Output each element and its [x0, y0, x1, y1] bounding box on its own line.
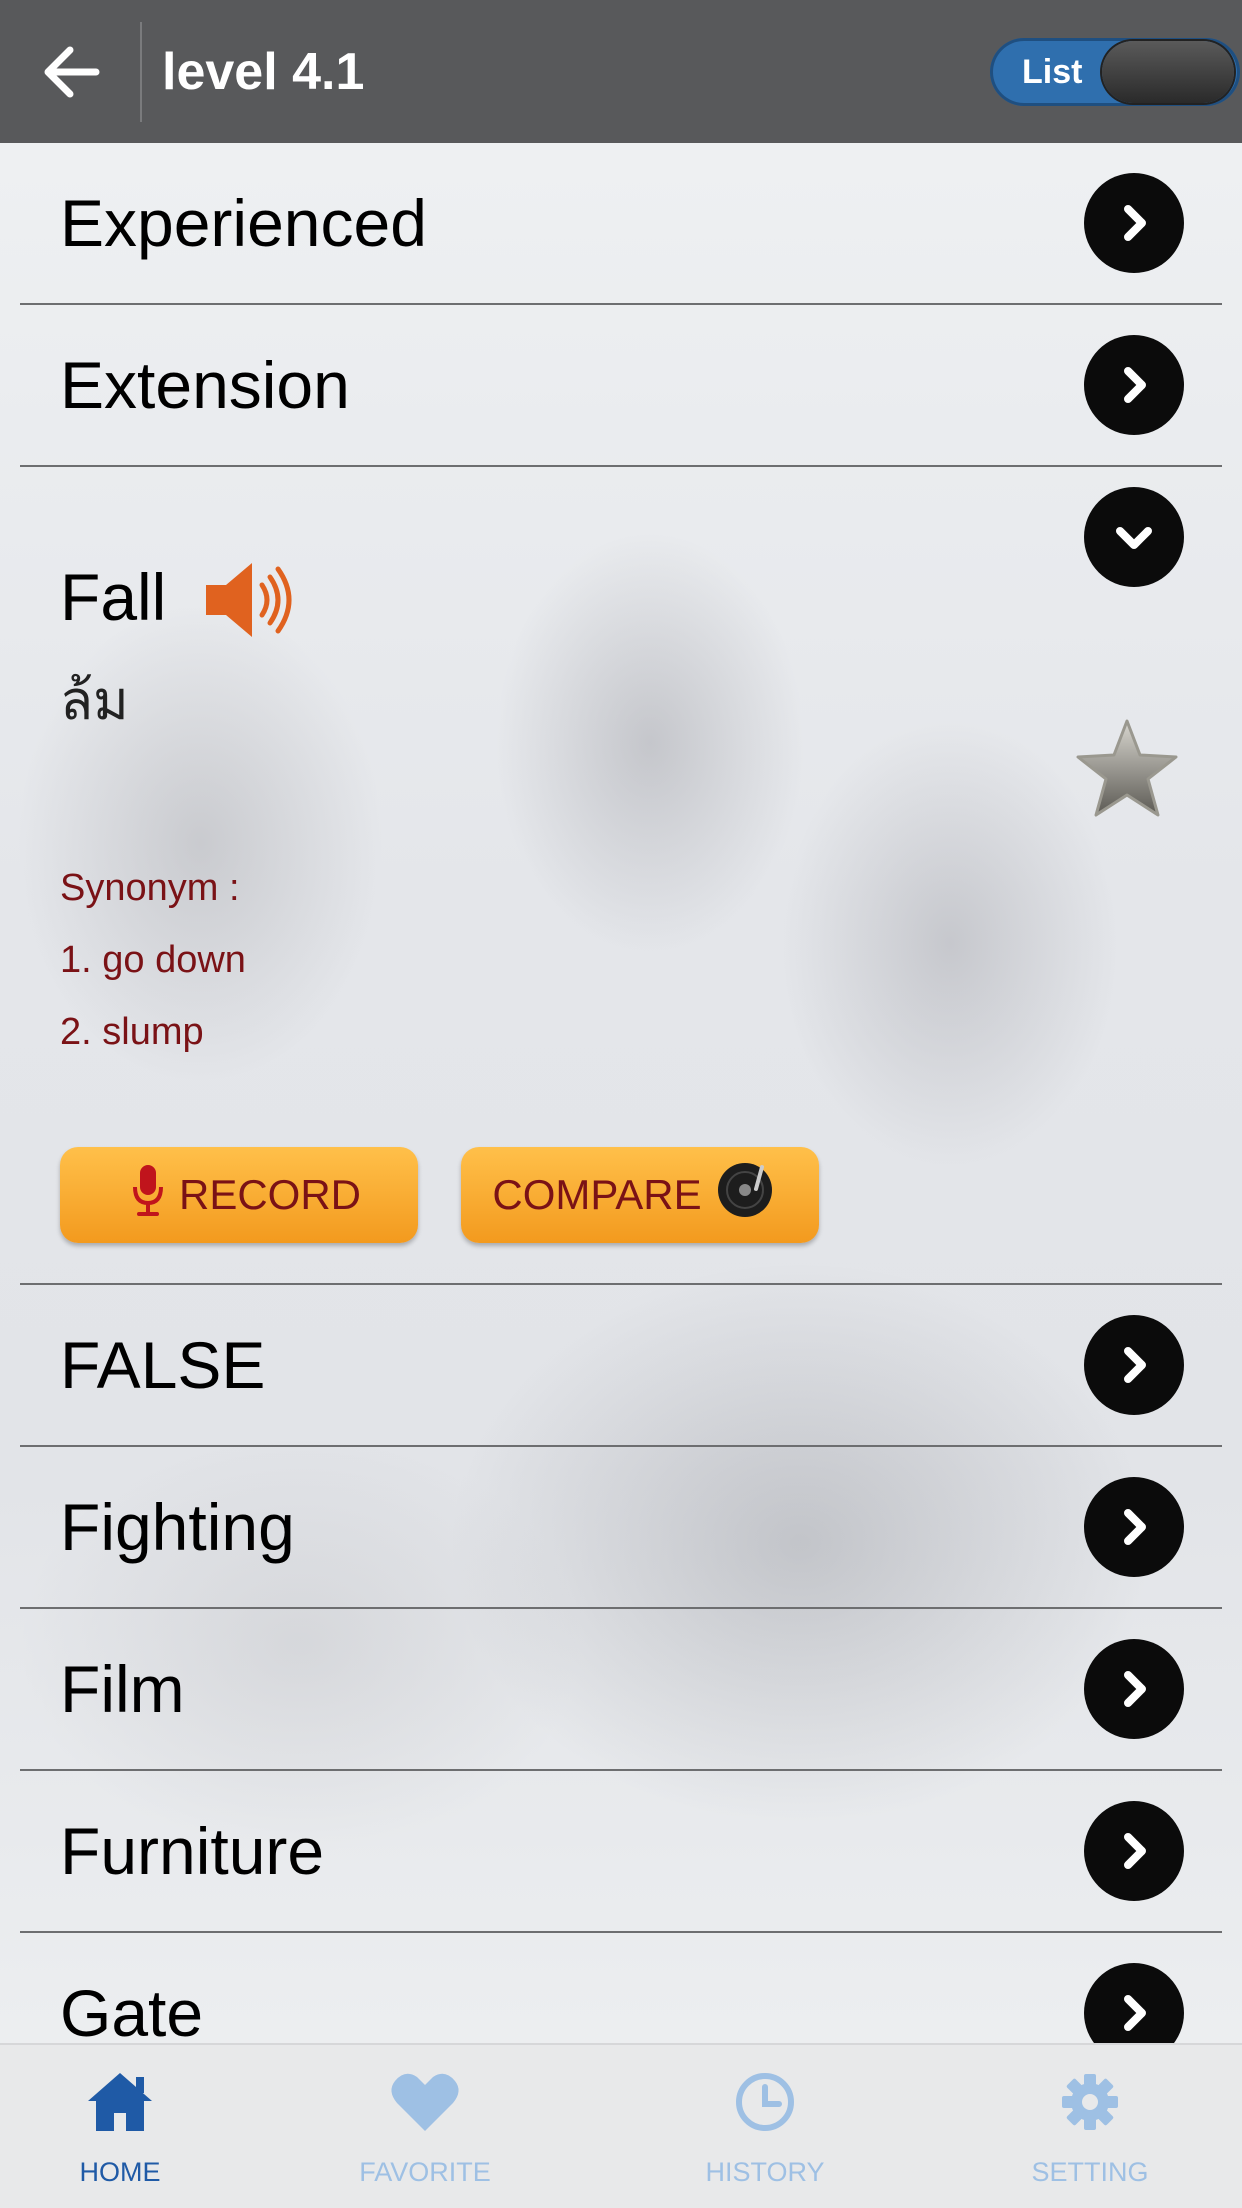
toggle-knob[interactable]	[1102, 41, 1234, 103]
word-label: Furniture	[60, 1814, 325, 1888]
word-row-expanded: Fall ล้ม Synonym: 1. go down 2. slump R…	[20, 467, 1222, 1285]
tab-label: SETTING	[1031, 2157, 1149, 2187]
expand-button[interactable]	[1084, 173, 1184, 273]
tab-label: HISTORY	[705, 2157, 825, 2187]
vinyl-record-icon	[716, 1161, 774, 1229]
star-icon[interactable]	[1072, 715, 1182, 825]
collapse-button[interactable]	[1084, 487, 1184, 587]
record-button[interactable]: RECORD	[60, 1147, 418, 1243]
tab-favorite[interactable]: FAVORITE	[305, 2045, 545, 2208]
synonym-block: Synonym : 1. go down 2. slump	[60, 852, 246, 1068]
synonym-title: Synonym :	[60, 867, 240, 909]
home-icon	[80, 2067, 160, 2137]
compare-label: COMPARE	[492, 1171, 702, 1218]
page-title: level 4.1	[162, 43, 365, 101]
word-row[interactable]: Gate	[20, 1933, 1222, 2043]
word-label: Fighting	[60, 1490, 295, 1564]
expand-button[interactable]	[1084, 1963, 1184, 2043]
translation-text: ล้ม	[60, 669, 129, 732]
tab-home[interactable]: HOME	[0, 2045, 240, 2208]
chevron-right-icon	[1124, 1509, 1146, 1545]
expand-button[interactable]	[1084, 1477, 1184, 1577]
synonym-item: 2. slump	[60, 1011, 204, 1053]
tab-setting[interactable]: SETTING	[970, 2045, 1210, 2208]
toggle-label: List	[1022, 53, 1083, 91]
microphone-icon	[131, 1163, 165, 1227]
back-button[interactable]	[30, 32, 110, 112]
tab-history[interactable]: HISTORY	[645, 2045, 885, 2208]
word-label: Experienced	[60, 186, 427, 260]
header-divider	[140, 22, 142, 122]
tab-label: FAVORITE	[359, 2157, 491, 2187]
word-row[interactable]: Extension	[20, 305, 1222, 467]
word-row[interactable]: Fighting	[20, 1447, 1222, 1609]
word-list: Experienced Extension Fall ล้ม Synonym:…	[20, 143, 1222, 2043]
expand-button[interactable]	[1084, 335, 1184, 435]
word-label: Gate	[60, 1976, 204, 2043]
word-label: Extension	[60, 348, 350, 422]
word-row[interactable]: Furniture	[20, 1771, 1222, 1933]
word-row[interactable]: FALSE	[20, 1285, 1222, 1447]
expand-button[interactable]	[1084, 1639, 1184, 1739]
bottom-tab-bar: HOME FAVORITE HISTORY SETTING	[0, 2043, 1242, 2208]
synonym-item: 1. go down	[60, 939, 246, 981]
expand-button[interactable]	[1084, 1315, 1184, 1415]
chevron-right-icon	[1124, 205, 1146, 241]
chevron-down-icon	[1116, 527, 1152, 549]
tab-label: HOME	[79, 2157, 161, 2187]
compare-button[interactable]: COMPARE	[461, 1147, 819, 1243]
chevron-right-icon	[1124, 1995, 1146, 2031]
heart-icon	[385, 2067, 465, 2137]
arrow-left-icon	[44, 46, 100, 98]
chevron-right-icon	[1124, 1671, 1146, 1707]
word-row[interactable]: Film	[20, 1609, 1222, 1771]
list-view-toggle[interactable]: List	[990, 38, 1240, 106]
clock-icon	[725, 2067, 805, 2137]
word-label: Film	[60, 1652, 185, 1726]
record-label: RECORD	[178, 1171, 361, 1218]
word-row[interactable]: Experienced	[20, 143, 1222, 305]
word-label: FALSE	[60, 1328, 266, 1402]
top-bar: level 4.1 List	[0, 0, 1242, 143]
chevron-right-icon	[1124, 1347, 1146, 1383]
app-screen: level 4.1 List Experienced Extension Fal…	[0, 0, 1242, 2208]
word-list-area: Experienced Extension Fall ล้ม Synonym:…	[0, 143, 1242, 2043]
gear-icon	[1050, 2067, 1130, 2137]
chevron-right-icon	[1124, 367, 1146, 403]
chevron-right-icon	[1124, 1833, 1146, 1869]
speaker-icon[interactable]	[200, 555, 300, 645]
expand-button[interactable]	[1084, 1801, 1184, 1901]
word-label: Fall	[60, 560, 167, 634]
